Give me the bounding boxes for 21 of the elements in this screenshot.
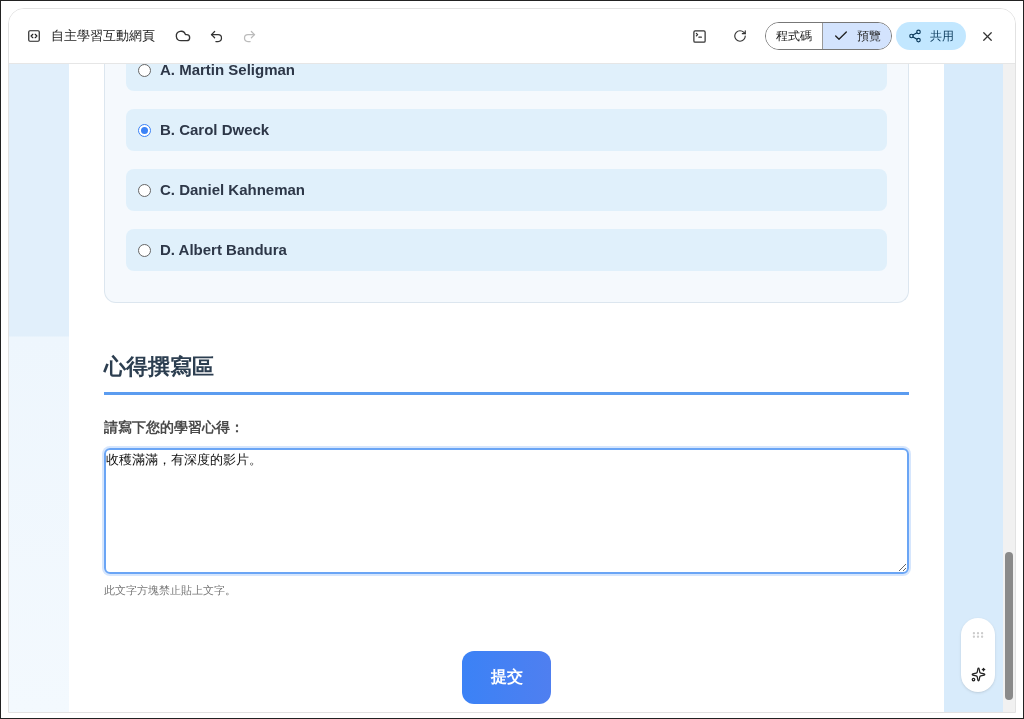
answer-option[interactable]: D. Albert Bandura xyxy=(126,229,887,271)
share-button[interactable]: 共用 xyxy=(896,22,966,50)
scrollbar[interactable] xyxy=(1003,64,1015,712)
hint-text: 此文字方塊禁止貼上文字。 xyxy=(104,583,237,598)
radio-button[interactable] xyxy=(138,64,151,77)
radio-button[interactable] xyxy=(138,123,151,137)
answer-option[interactable]: C. Daniel Kahneman xyxy=(126,169,887,211)
code-icon xyxy=(27,29,41,43)
refresh-button[interactable] xyxy=(731,27,749,45)
answer-option[interactable]: B. Carol Dweck xyxy=(126,109,887,151)
view-tab[interactable]: 預覽 xyxy=(822,23,891,49)
submit-button[interactable]: 提交 xyxy=(462,650,551,704)
radio-button[interactable] xyxy=(138,243,151,257)
sparkle-icon[interactable] xyxy=(970,667,986,682)
section-heading: 心得撰寫區 xyxy=(104,352,909,395)
answer-option[interactable]: A. Martin Seligman xyxy=(126,64,887,91)
reflection-field[interactable]: 收穫滿滿，有深度的影片。 xyxy=(104,448,909,574)
field-label: 請寫下您的學習心得： xyxy=(104,418,245,437)
window-title: 自主學習互動網頁 xyxy=(51,27,155,46)
share-icon xyxy=(908,29,922,43)
radio-button[interactable] xyxy=(138,183,151,197)
